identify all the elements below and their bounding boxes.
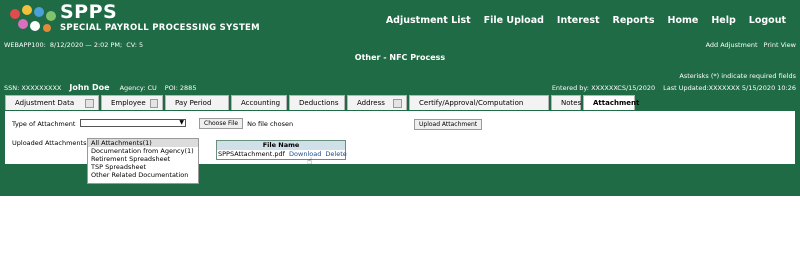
- meta-app: WEBAPP100:: [4, 41, 46, 49]
- required-note: Asterisks (*) indicate required fields: [679, 72, 796, 80]
- page-actions: Add Adjustment Print View: [706, 41, 796, 49]
- attachment-panel: Type of Attachment ▼ Choose File No file…: [5, 111, 795, 184]
- nav-file-upload[interactable]: File Upload: [484, 15, 544, 26]
- app-title: SPPS: [60, 1, 118, 23]
- ssn-label: SSN:: [4, 84, 20, 92]
- session-meta: WEBAPP100: 8/12/2020 — 2:02 PM; CV: 5: [4, 41, 147, 49]
- chevron-down-icon: ▼: [179, 119, 184, 126]
- file-name: SPPSAttachment.pdf: [218, 150, 285, 158]
- footer-contact-us[interactable]: Contact Us: [521, 218, 564, 226]
- nav-home[interactable]: Home: [668, 15, 699, 26]
- uploaded-attachments-label: Uploaded Attachments: [12, 139, 87, 147]
- tab-label: Accounting: [241, 99, 281, 107]
- list-item[interactable]: Retirement Spreadsheet: [88, 155, 198, 163]
- add-adjustment-link[interactable]: Add Adjustment: [706, 41, 758, 49]
- file-table: File Name SPPSAttachment.pdf Download De…: [216, 140, 347, 160]
- employee-info: SSN: XXXXXXXXX John Doe Agency: CU POI: …: [4, 83, 204, 92]
- tab-employee[interactable]: Employee: [101, 95, 163, 110]
- footer-accessibility[interactable]: Accessibility: [355, 218, 404, 226]
- nav-interest[interactable]: Interest: [557, 15, 600, 26]
- spps-app: SPPS SPECIAL PAYROLL PROCESSING SYSTEM A…: [0, 0, 800, 265]
- checkbox-icon: [149, 98, 158, 108]
- delete-link[interactable]: Delete: [325, 150, 346, 158]
- checkbox-icon: [85, 98, 94, 108]
- list-item[interactable]: Documentation from Agency(1): [88, 147, 198, 155]
- meta-date: 8/12/2020 — 2:02 PM;: [49, 41, 123, 49]
- agency-value: CU: [147, 84, 157, 92]
- tab-label: Deductions: [299, 99, 339, 107]
- tab-certify-approval[interactable]: Certify/Approval/Computation: [409, 95, 549, 110]
- no-file-text: No file chosen: [247, 119, 294, 128]
- audit-info: Entered by: XXXXXXCS/15/2020 Last Update…: [552, 84, 796, 92]
- type-of-attachment-select[interactable]: ▼: [80, 119, 186, 127]
- print-view-link[interactable]: Print View: [764, 41, 796, 49]
- tab-label: Notes: [561, 99, 582, 107]
- attachment-category-list[interactable]: All Attachments(1) Documentation from Ag…: [87, 138, 199, 184]
- download-link[interactable]: Download: [289, 150, 321, 158]
- list-item[interactable]: All Attachments(1): [88, 139, 198, 147]
- ssn-value: XXXXXXXXX: [21, 84, 62, 92]
- tab-label: Adjustment Data: [15, 99, 75, 107]
- app-subtitle: SPECIAL PAYROLL PROCESSING SYSTEM: [60, 23, 260, 33]
- poi-value: 2885: [179, 84, 197, 92]
- tab-label: Address: [357, 99, 385, 107]
- tab-pay-period[interactable]: Pay Period: [165, 95, 229, 110]
- employee-name: John Doe: [69, 83, 110, 92]
- tab-attachment[interactable]: Attachment: [583, 95, 639, 110]
- tab-adjustment-data[interactable]: Adjustment Data: [5, 95, 99, 110]
- file-picker: Choose File No file chosen: [199, 118, 293, 129]
- tab-address[interactable]: Address: [347, 95, 407, 110]
- agency-label: Agency:: [119, 84, 146, 92]
- tab-label: Certify/Approval/Computation: [419, 99, 524, 107]
- nav-help[interactable]: Help: [711, 15, 735, 26]
- top-nav: Adjustment List File Upload Interest Rep…: [386, 15, 786, 26]
- tab-label: Pay Period: [175, 99, 212, 107]
- nav-adjustment-list[interactable]: Adjustment List: [386, 15, 471, 26]
- poi-label: POI:: [164, 84, 178, 92]
- checkbox-icon: [393, 98, 402, 108]
- last-updated: Last Updated:XXXXXXX 5/15/2020 10:26: [663, 84, 796, 92]
- footer-nfc-home[interactable]: NFC Home: [236, 218, 277, 226]
- people-logo-icon: [10, 5, 56, 32]
- table-row: SPPSAttachment.pdf Download Delete: [217, 150, 347, 159]
- tab-bar: Adjustment Data Employee Pay Period Acco…: [5, 95, 795, 111]
- tab-label: Employee: [111, 99, 146, 107]
- tab-notes[interactable]: Notes: [551, 95, 581, 110]
- tab-accounting[interactable]: Accounting: [231, 95, 287, 110]
- type-label: Type of Attachment: [12, 120, 76, 128]
- list-item[interactable]: Other Related Documentation: [88, 171, 198, 179]
- tab-label: Attachment: [593, 99, 640, 107]
- choose-file-button[interactable]: Choose File: [199, 118, 244, 129]
- meta-cv: CV: 5: [126, 41, 144, 49]
- nav-logout[interactable]: Logout: [749, 15, 786, 26]
- upload-attachment-button[interactable]: Upload Attachment: [414, 119, 483, 130]
- footer-links: NFC Home HR and Payroll Accessibility Se…: [0, 218, 800, 226]
- file-name-header: File Name: [217, 141, 345, 150]
- footer-hr-payroll[interactable]: HR and Payroll: [287, 218, 345, 226]
- footer-security[interactable]: Security: [414, 218, 447, 226]
- tab-deductions[interactable]: Deductions: [289, 95, 345, 110]
- footer-privacy-policy[interactable]: Privacy Policy: [457, 218, 512, 226]
- page-title: Other - NFC Process: [354, 53, 446, 62]
- entered-by: Entered by: XXXXXXCS/15/2020: [551, 84, 656, 92]
- nav-reports[interactable]: Reports: [613, 15, 655, 26]
- hand-cursor-icon: ☝: [307, 157, 313, 167]
- list-item[interactable]: TSP Spreadsheet: [88, 163, 198, 171]
